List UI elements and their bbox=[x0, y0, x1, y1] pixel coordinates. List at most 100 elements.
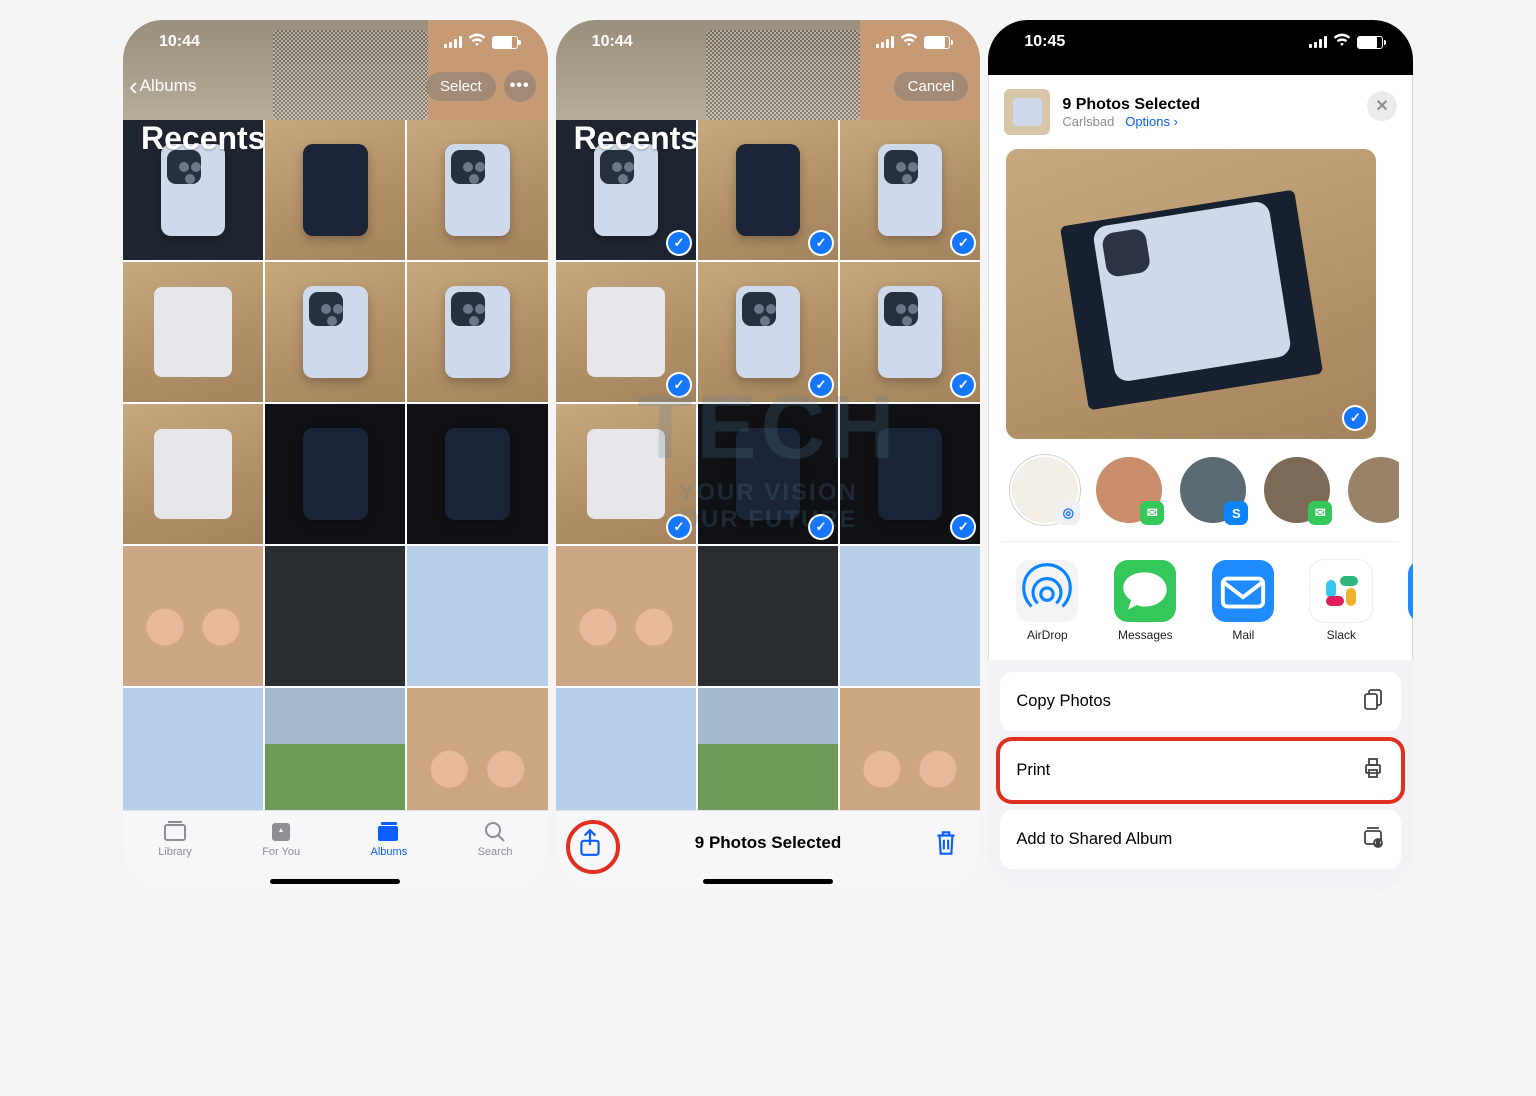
photo-thumb[interactable]: ✓ bbox=[556, 404, 696, 544]
photo-grid[interactable] bbox=[123, 120, 548, 810]
action-label: Add to Shared Album bbox=[1016, 830, 1172, 849]
contact-avatar[interactable]: ✉ bbox=[1264, 457, 1330, 523]
photo-thumb[interactable] bbox=[698, 688, 838, 810]
screen-1-albums: 10:44 ‹ Albums Select ••• Recents bbox=[123, 20, 548, 890]
photo-thumb[interactable]: ✓ bbox=[698, 262, 838, 402]
photo-thumb[interactable] bbox=[407, 546, 547, 686]
photo-thumb[interactable] bbox=[407, 688, 547, 810]
more-button[interactable]: ••• bbox=[504, 70, 536, 102]
photo-thumb[interactable] bbox=[123, 262, 263, 402]
cancel-button[interactable]: Cancel bbox=[894, 72, 969, 101]
signal-bars-icon bbox=[876, 36, 894, 48]
messages-icon bbox=[1114, 560, 1176, 622]
share-sheet-header: 9 Photos Selected Carlsbad Options › ✕ bbox=[988, 75, 1413, 145]
app-label: Slack bbox=[1327, 628, 1356, 642]
signal-bars-icon bbox=[1309, 36, 1327, 48]
screen-3-share-sheet: 10:45 9 Photos Selected Carlsbad Options… bbox=[988, 20, 1413, 890]
copy-icon bbox=[1361, 687, 1385, 716]
check-icon: ✓ bbox=[810, 516, 832, 538]
action-copy-photos[interactable]: Copy Photos bbox=[1000, 672, 1401, 731]
nav-row: Cancel bbox=[556, 64, 981, 108]
photo-thumb[interactable] bbox=[123, 688, 263, 810]
trash-icon[interactable] bbox=[932, 828, 960, 858]
photo-thumb[interactable] bbox=[407, 262, 547, 402]
wifi-icon bbox=[1333, 33, 1351, 52]
app-label: Messages bbox=[1118, 628, 1173, 642]
app-label: AirDrop bbox=[1027, 628, 1068, 642]
close-button[interactable]: ✕ bbox=[1367, 91, 1397, 121]
contacts-row[interactable]: ◎ ✉ S ✉ bbox=[1002, 449, 1399, 541]
status-bar: 10:45 bbox=[988, 20, 1413, 64]
photo-thumb[interactable] bbox=[556, 546, 696, 686]
action-add-shared-album[interactable]: Add to Shared Album bbox=[1000, 810, 1401, 869]
app-more[interactable] bbox=[1404, 560, 1413, 642]
photo-thumb[interactable] bbox=[123, 546, 263, 686]
tab-for-you[interactable]: For You bbox=[262, 819, 300, 858]
battery-icon bbox=[1357, 36, 1383, 49]
photo-thumb[interactable] bbox=[407, 120, 547, 260]
header-thumbnail bbox=[1004, 89, 1050, 135]
photo-thumb[interactable]: ✓ bbox=[556, 262, 696, 402]
contact-avatar[interactable]: S bbox=[1180, 457, 1246, 523]
check-icon: ✓ bbox=[1344, 407, 1366, 429]
photo-thumb[interactable]: ✓ bbox=[840, 404, 980, 544]
back-label: Albums bbox=[140, 76, 197, 96]
albums-icon bbox=[375, 819, 403, 843]
mail-icon bbox=[1212, 560, 1274, 622]
contact-avatar[interactable] bbox=[1348, 457, 1399, 523]
photo-thumb[interactable]: ✓ bbox=[840, 120, 980, 260]
photo-thumb[interactable] bbox=[265, 262, 405, 402]
photo-thumb[interactable] bbox=[265, 404, 405, 544]
photo-thumb[interactable]: ✓ bbox=[840, 262, 980, 402]
home-indicator[interactable] bbox=[270, 879, 400, 884]
check-icon: ✓ bbox=[952, 516, 974, 538]
chevron-right-icon: › bbox=[1174, 114, 1178, 129]
options-link[interactable]: Options › bbox=[1125, 114, 1178, 129]
share-location: Carlsbad bbox=[1062, 114, 1114, 129]
shared-album-icon bbox=[1361, 825, 1385, 854]
printer-icon bbox=[1361, 756, 1385, 785]
battery-icon bbox=[924, 36, 950, 49]
tab-label: Search bbox=[478, 846, 513, 858]
photo-thumb[interactable] bbox=[698, 546, 838, 686]
photo-thumb[interactable] bbox=[840, 688, 980, 810]
tab-bar: Library For You Albums Search bbox=[123, 810, 548, 890]
photo-thumb[interactable] bbox=[840, 546, 980, 686]
back-button[interactable]: ‹ Albums bbox=[129, 73, 196, 99]
app-airdrop[interactable]: AirDrop bbox=[1012, 560, 1082, 642]
photo-thumb[interactable] bbox=[265, 546, 405, 686]
preview-image[interactable]: ✓ bbox=[1006, 149, 1376, 439]
photo-thumb[interactable]: ✓ bbox=[698, 120, 838, 260]
tab-search[interactable]: Search bbox=[478, 819, 513, 858]
check-icon: ✓ bbox=[668, 232, 690, 254]
contact-airdrop-device[interactable]: ◎ bbox=[1012, 457, 1078, 523]
photo-thumb[interactable] bbox=[123, 404, 263, 544]
airdrop-icon bbox=[1016, 560, 1078, 622]
check-icon: ✓ bbox=[810, 232, 832, 254]
app-label: Mail bbox=[1232, 628, 1254, 642]
action-print[interactable]: Print bbox=[1000, 741, 1401, 800]
photo-thumb[interactable] bbox=[265, 120, 405, 260]
app-slack[interactable]: Slack bbox=[1306, 560, 1376, 642]
app-mail[interactable]: Mail bbox=[1208, 560, 1278, 642]
apps-row[interactable]: AirDrop Messages Mail bbox=[1002, 541, 1399, 652]
tab-albums[interactable]: Albums bbox=[371, 819, 408, 858]
annotation-circle bbox=[566, 820, 620, 874]
photo-thumb[interactable] bbox=[556, 688, 696, 810]
contact-avatar[interactable]: ✉ bbox=[1096, 457, 1162, 523]
chevron-left-icon: ‹ bbox=[129, 73, 138, 99]
photo-thumb[interactable] bbox=[265, 688, 405, 810]
photo-thumb[interactable]: ✓ bbox=[698, 404, 838, 544]
photo-grid-selection[interactable]: ✓ ✓ ✓ ✓ ✓ ✓ ✓ ✓ ✓ bbox=[556, 120, 981, 810]
home-indicator[interactable] bbox=[703, 879, 833, 884]
status-time: 10:45 bbox=[1024, 33, 1065, 51]
select-button[interactable]: Select bbox=[426, 72, 496, 101]
selection-count: 9 Photos Selected bbox=[695, 833, 841, 853]
wifi-icon bbox=[900, 33, 918, 52]
tab-library[interactable]: Library bbox=[158, 819, 192, 858]
skype-badge-icon: S bbox=[1224, 501, 1248, 525]
photo-thumb[interactable] bbox=[407, 404, 547, 544]
app-messages[interactable]: Messages bbox=[1110, 560, 1180, 642]
album-title: Recents bbox=[574, 120, 699, 157]
check-icon: ✓ bbox=[668, 516, 690, 538]
